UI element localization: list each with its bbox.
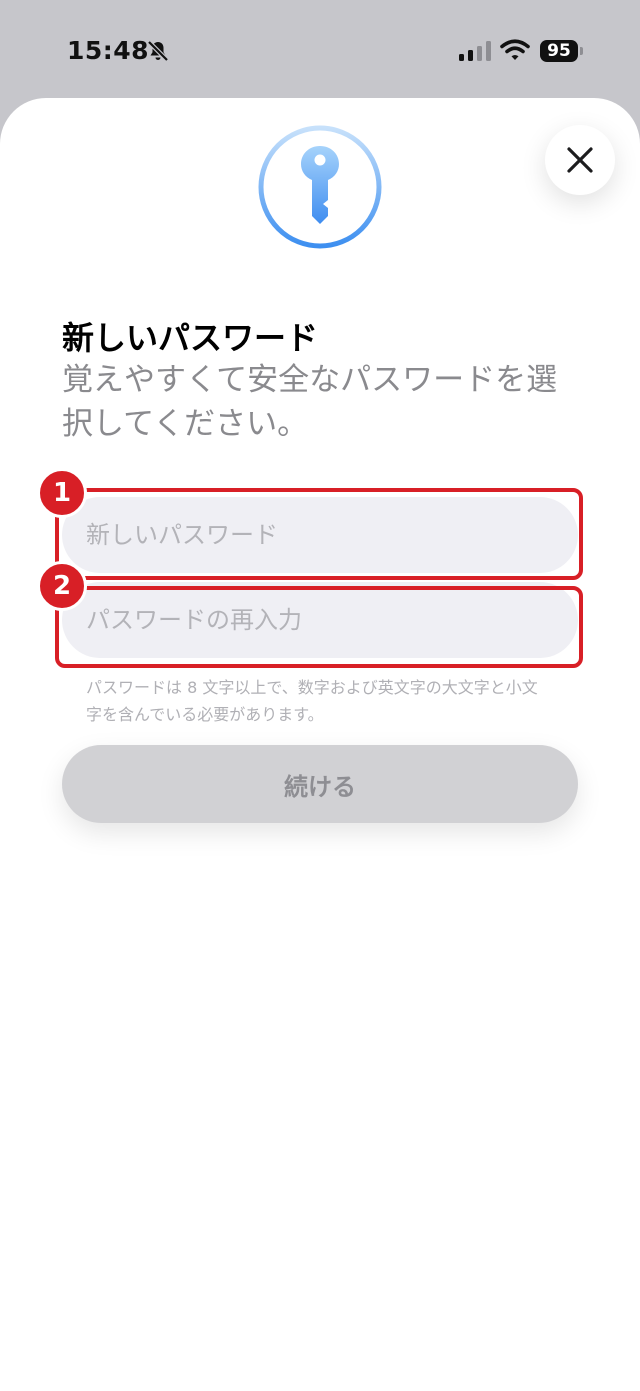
status-bar: 15:48 95	[0, 0, 640, 100]
annotation-box-1	[55, 488, 583, 580]
page-subtitle: 覚えやすくて安全なパスワードを選択してください。	[62, 362, 558, 442]
wifi-icon	[500, 39, 530, 60]
annotation-badge-1: 1	[37, 468, 87, 518]
screen: 15:48 95 新しいパスワード 覚えやすくて安全なパスワードを選択してくださ…	[0, 0, 640, 1391]
battery-tip	[580, 47, 583, 55]
annotation-badge-2: 2	[37, 561, 87, 611]
close-icon	[567, 147, 593, 173]
continue-button[interactable]: 続ける	[62, 745, 578, 823]
page-title: 新しいパスワード	[62, 319, 319, 357]
password-requirements-hint: パスワードは 8 文字以上で、数字および英文字の大文字と小文字を含んでいる必要が…	[86, 678, 538, 724]
close-button[interactable]	[545, 125, 615, 195]
key-icon	[258, 125, 382, 249]
cellular-signal-icon	[459, 41, 491, 61]
battery-level: 95	[540, 40, 578, 62]
bell-slash-icon	[147, 40, 169, 62]
status-time: 15:48	[67, 36, 150, 65]
annotation-box-2	[55, 586, 583, 668]
